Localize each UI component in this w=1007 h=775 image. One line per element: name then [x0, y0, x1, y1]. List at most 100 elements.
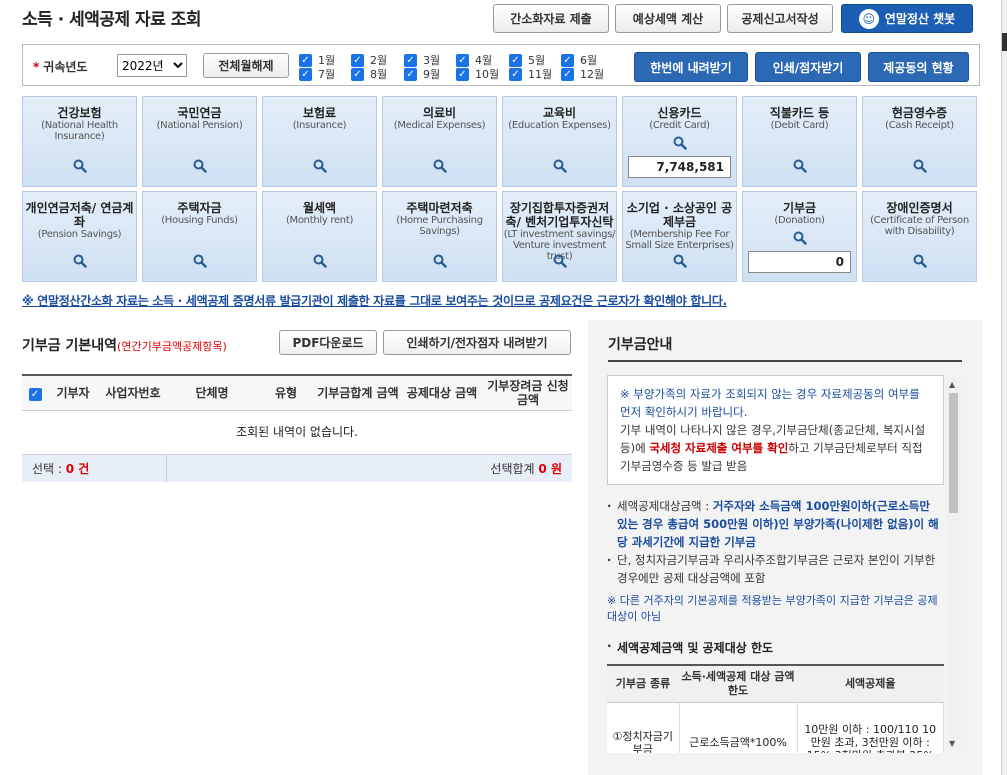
col-organization: 단체명	[195, 386, 229, 400]
deduction-form-button[interactable]: 공제신고서작성	[727, 4, 833, 33]
donation-section-title: 기부금 기본내역(연간기부금액공제항목)	[22, 338, 227, 354]
donation-guide-panel: 기부금안내 ※ 부양가족의 자료가 조회되지 않는 경우 자료제공동의 여부를 …	[588, 320, 982, 775]
category-tile-health-insurance[interactable]: 건강보험 (National Health Insurance)	[22, 96, 137, 187]
guide-scroll-area[interactable]: ※ 부양가족의 자료가 조회되지 않는 경우 자료제공동의 여부를 먼저 확인하…	[607, 375, 961, 753]
search-icon[interactable]	[433, 254, 447, 268]
search-icon[interactable]	[793, 159, 807, 173]
search-icon[interactable]	[553, 254, 567, 268]
category-english-name: (Housing Funds)	[161, 215, 238, 226]
table-row: ①정치자금기부금 근로소득금액*100% 10만원 이하 : 100/110 1…	[607, 702, 944, 753]
month-checkbox-9[interactable]: ✓ 9월	[404, 67, 440, 81]
month-checkbox-11[interactable]: ✓ 11월	[509, 67, 552, 81]
category-tile-disability-certificate[interactable]: 장애인증명서 (Certificate of Person with Disabi…	[862, 191, 977, 282]
rate-cell-limit: 근로소득금액*100%	[679, 702, 798, 753]
search-icon[interactable]	[913, 159, 927, 173]
month-checkbox-2[interactable]: ✓ 2월	[351, 53, 387, 67]
guide-deductible-exception: 단, 정치자금기부금과 우리사주조합기부금은 근로자 본인이 기부한 경우에만 …	[607, 551, 944, 587]
scroll-up-icon[interactable]: ▲	[949, 380, 955, 389]
checkbox-icon: ✓	[456, 67, 469, 81]
checkbox-icon: ✓	[404, 67, 417, 81]
rate-col-rate: 세액공제율	[797, 664, 944, 703]
checkbox-icon: ✓	[561, 67, 574, 81]
checkbox-icon: ✓	[351, 53, 364, 67]
month-checkbox-3[interactable]: ✓ 3월	[404, 53, 440, 67]
month-checkbox-1[interactable]: ✓ 1월	[299, 53, 335, 67]
search-icon[interactable]	[793, 231, 807, 245]
search-icon[interactable]	[73, 254, 87, 268]
category-english-name: (Donation)	[774, 215, 825, 226]
month-checkbox-10[interactable]: ✓ 10월	[456, 67, 499, 81]
category-tile-housing-funds[interactable]: 주택자금 (Housing Funds)	[142, 191, 257, 282]
search-icon[interactable]	[313, 254, 327, 268]
search-icon[interactable]	[673, 136, 687, 150]
print-braille-button[interactable]: 인쇄/점자받기	[755, 52, 861, 82]
category-tile-national-pension[interactable]: 국민연금 (National Pension)	[142, 96, 257, 187]
rate-cell-rate: 10만원 이하 : 100/110 10만원 초과, 3천만원 이하 : 15%…	[797, 702, 944, 753]
search-icon[interactable]	[313, 159, 327, 173]
col-deductible-amount: 공제대상 금액	[406, 386, 478, 400]
download-all-button[interactable]: 한번에 내려받기	[634, 52, 748, 82]
print-download-button[interactable]: 인쇄하기/전자점자 내려받기	[383, 330, 571, 355]
select-all-checkbox[interactable]: ✓	[22, 386, 48, 401]
col-donor: 기부자	[56, 386, 90, 400]
chatbot-button[interactable]: ☺ 연말정산 챗봇	[841, 4, 973, 33]
category-tile-cash-receipt[interactable]: 현금영수증 (Cash Receipt)	[862, 96, 977, 187]
search-icon[interactable]	[193, 159, 207, 173]
guide-scrollbar[interactable]: ▲ ▼	[946, 377, 961, 751]
search-icon[interactable]	[913, 254, 927, 268]
scroll-down-icon[interactable]: ▼	[949, 739, 955, 748]
guide-title: 기부금안내	[608, 337, 673, 353]
category-amount-field: 7,748,581	[628, 156, 731, 178]
search-icon[interactable]	[673, 254, 687, 268]
category-english-name: (Membership Fee For Small Size Enterpris…	[625, 229, 734, 251]
year-label: * 귀속년도	[33, 60, 88, 74]
category-name: 보험료	[302, 106, 337, 120]
month-checkbox-6[interactable]: ✓ 6월	[561, 53, 597, 67]
search-icon[interactable]	[553, 159, 567, 173]
page-title: 소득 · 세액공제 자료 조회	[22, 10, 202, 30]
pdf-download-button[interactable]: PDF다운로드	[279, 330, 377, 355]
month-checkbox-7[interactable]: ✓ 7월	[299, 67, 335, 81]
category-english-name: (Debit Card)	[770, 120, 829, 131]
category-tile-debit-card[interactable]: 직불카드 등 (Debit Card)	[742, 96, 857, 187]
filter-bar: * 귀속년도 2022년 전체월해제 ✓ 1월 ✓ 7월 ✓ 2월 ✓ 8월 ✓ 3월 ✓ 9…	[22, 44, 980, 86]
month-checkbox-8[interactable]: ✓ 8월	[351, 67, 387, 81]
month-checkbox-12[interactable]: ✓ 12월	[561, 67, 604, 81]
estimate-tax-button[interactable]: 예상세액 계산	[615, 4, 721, 33]
category-tile-home-purchasing-savings[interactable]: 주택마련저축 (Home Purchasing Savings)	[382, 191, 497, 282]
year-select[interactable]: 2022년	[117, 54, 187, 77]
search-icon[interactable]	[433, 159, 447, 173]
donation-table: ✓ 기부자 사업자번호 단체명 유형 기부금합계 금액 공제대상 금액 기부장려…	[22, 374, 572, 411]
category-english-name: (Pension Savings)	[37, 229, 122, 240]
simplified-data-submit-button[interactable]: 간소화자료 제출	[493, 4, 609, 33]
category-tile-small-business-fee[interactable]: 소기업 · 소상공인 공제부금 (Membership Fee For Small…	[622, 191, 737, 282]
checkbox-icon: ✓	[351, 67, 364, 81]
col-incentive-amount: 기부장려금 신청금액	[487, 379, 569, 407]
category-name: 현금영수증	[891, 106, 948, 120]
category-tile-pension-savings[interactable]: 개인연금저축/ 연금계좌 (Pension Savings)	[22, 191, 137, 282]
category-tile-credit-card[interactable]: 신용카드 (Credit Card) 7,748,581	[622, 96, 737, 187]
checkbox-icon: ✓	[456, 53, 469, 67]
category-english-name: (Education Expenses)	[508, 120, 611, 131]
category-tile-insurance[interactable]: 보험료 (Insurance)	[262, 96, 377, 187]
scroll-thumb[interactable]	[949, 393, 958, 513]
category-name: 주택자금	[177, 201, 222, 215]
toggle-all-months-button[interactable]: 전체월해제	[203, 53, 289, 78]
category-tile-monthly-rent[interactable]: 월세액 (Monthly rent)	[262, 191, 377, 282]
col-total-amount: 기부금합계 금액	[317, 386, 399, 400]
window-scrollbar[interactable]	[1001, 0, 1007, 775]
month-checkbox-4[interactable]: ✓ 4월	[456, 53, 492, 67]
category-name: 소기업 · 소상공인 공제부금	[626, 201, 733, 229]
category-tile-lt-investment-savings[interactable]: 장기집합투자증권저축/ 벤처기업투자신탁 (LT investment savin…	[502, 191, 617, 282]
category-tile-education-expenses[interactable]: 교육비 (Education Expenses)	[502, 96, 617, 187]
search-icon[interactable]	[73, 159, 87, 173]
month-checkbox-5[interactable]: ✓ 5월	[509, 53, 545, 67]
category-tile-donation[interactable]: 기부금 (Donation) 0	[742, 191, 857, 282]
consent-status-button[interactable]: 제공동의 현황	[868, 52, 969, 82]
search-icon[interactable]	[193, 254, 207, 268]
selected-count: 선택 : 0 건	[22, 455, 167, 482]
category-tile-medical-expenses[interactable]: 의료비 (Medical Expenses)	[382, 96, 497, 187]
category-name: 주택마련저축	[406, 201, 473, 215]
checkbox-icon: ✓	[404, 53, 417, 67]
category-english-name: (Cash Receipt)	[885, 120, 954, 131]
